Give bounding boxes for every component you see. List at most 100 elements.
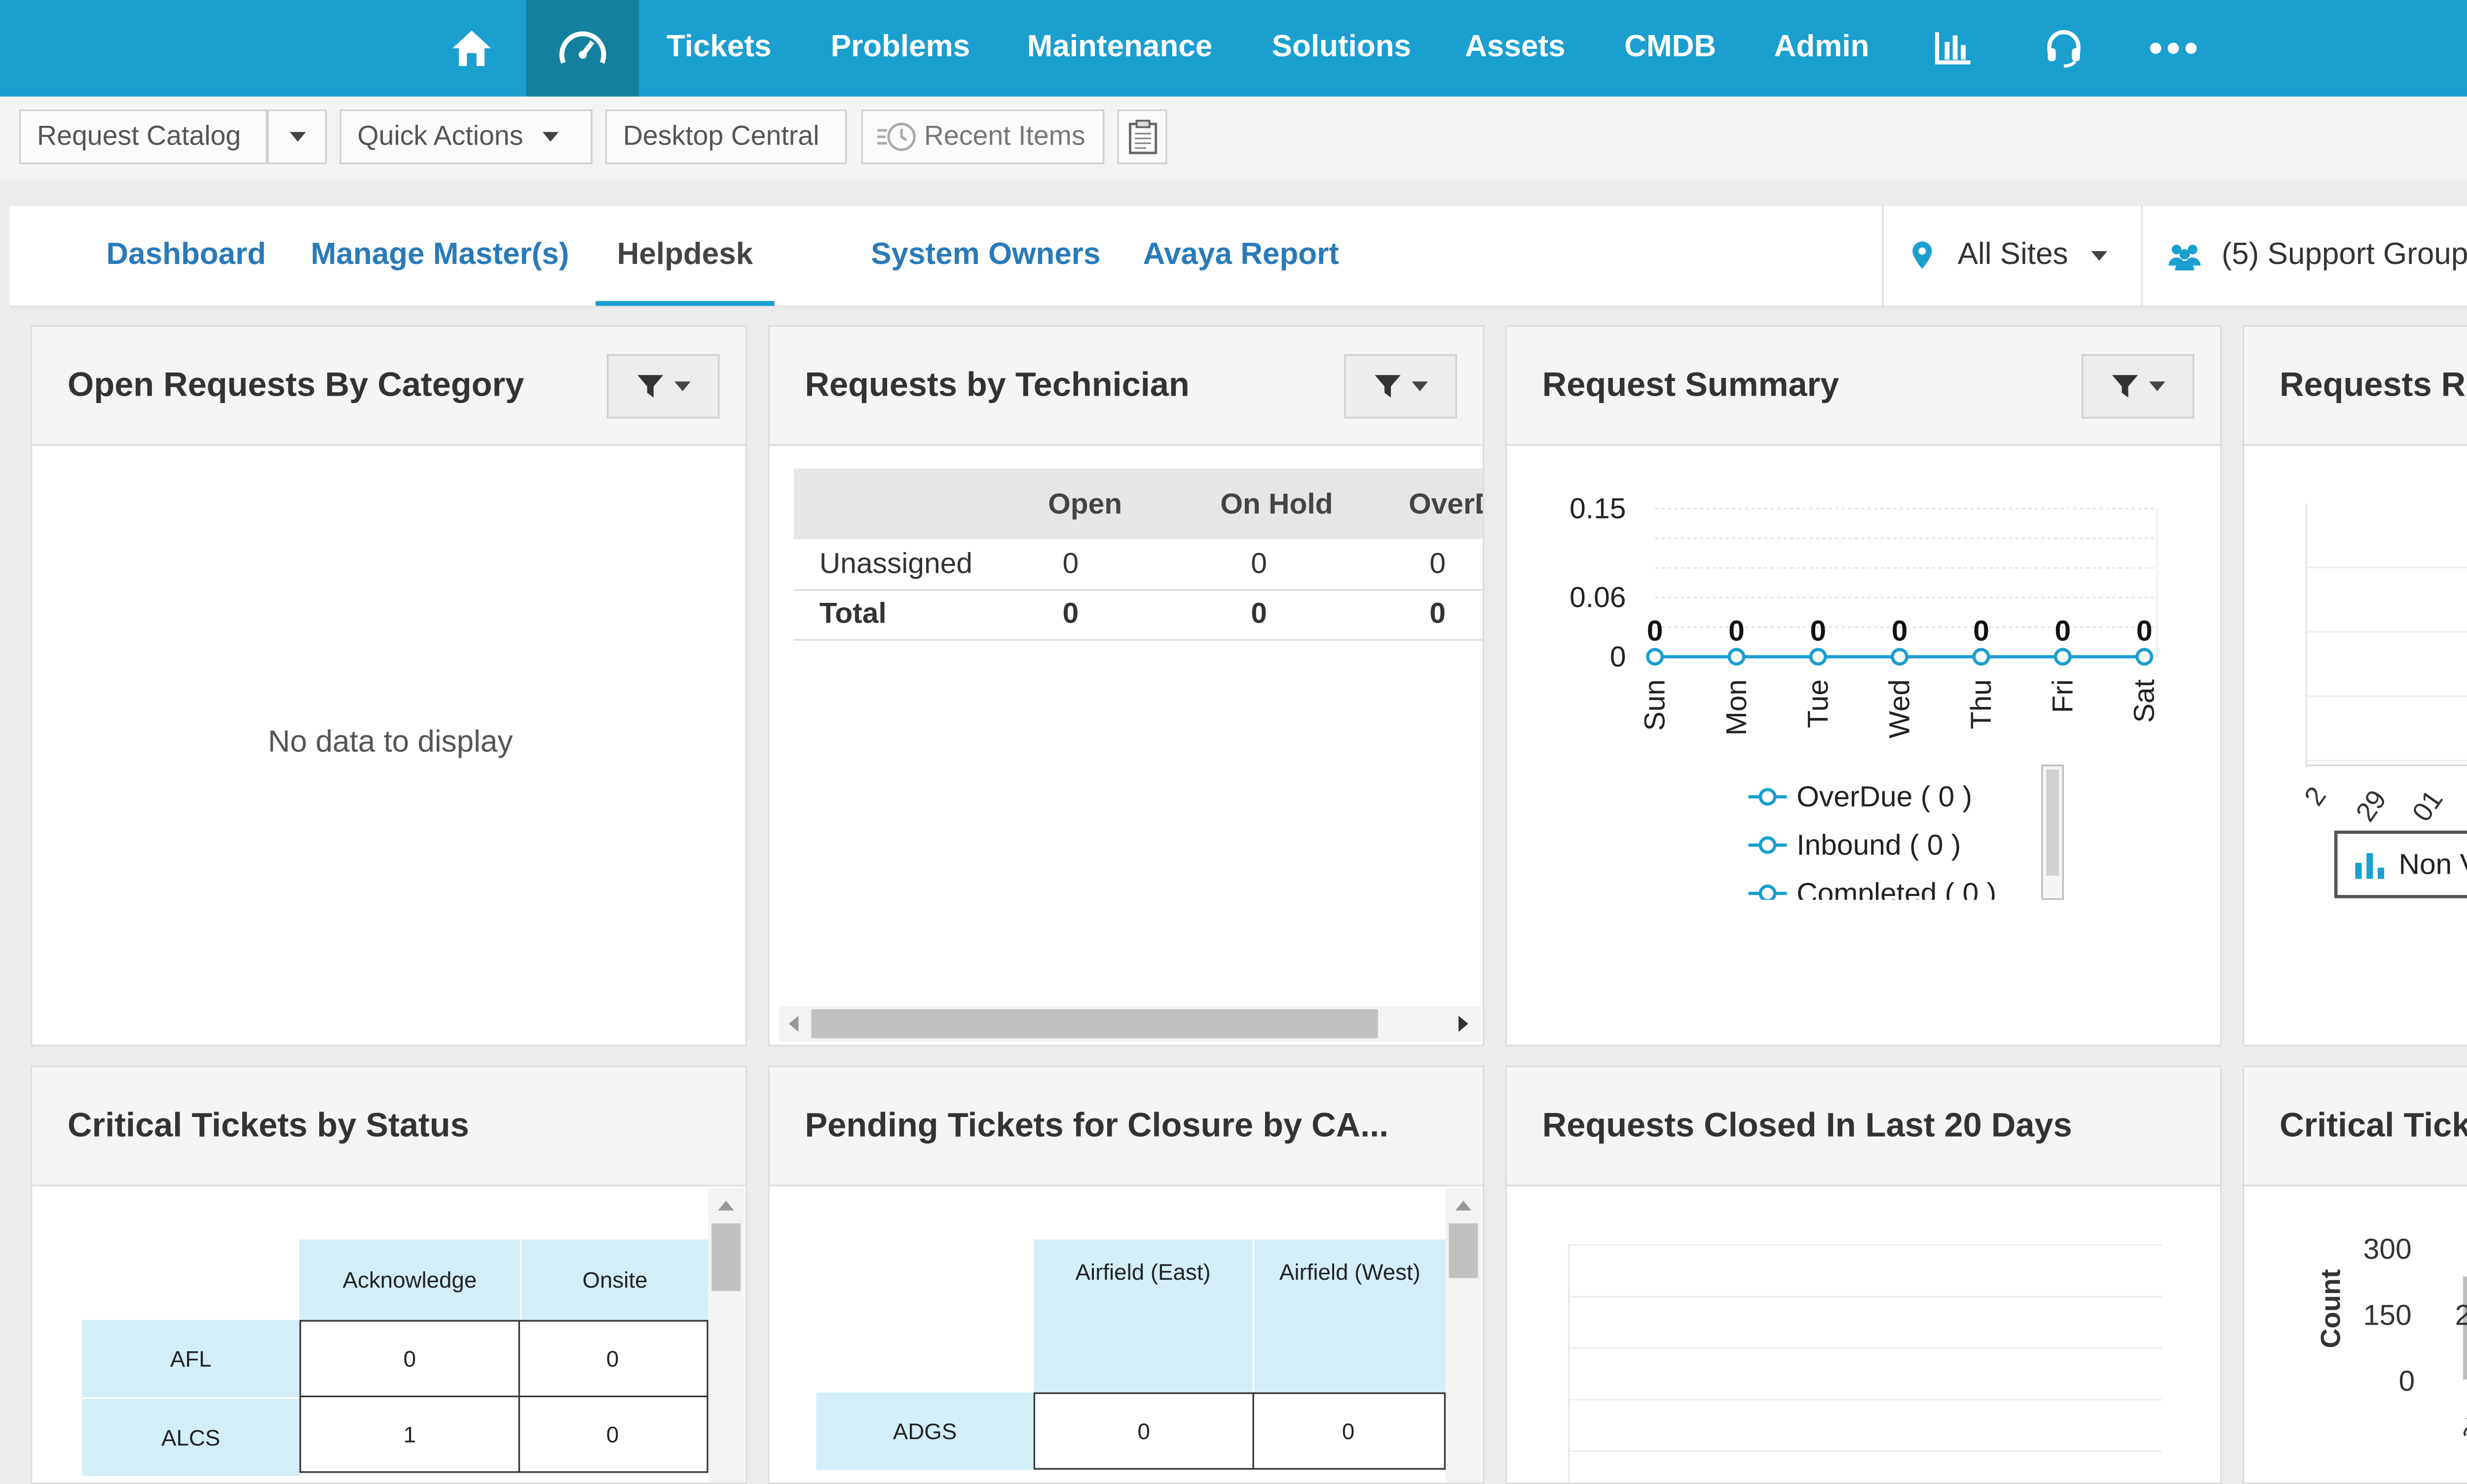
chart-plot-area — [2305, 504, 2467, 767]
column-header: OverD — [1408, 487, 1483, 520]
data-point[interactable] — [1646, 648, 1664, 666]
location-pin-icon — [1912, 241, 1932, 269]
nav-problems[interactable]: Problems — [831, 0, 971, 97]
widget-title: Request Summary — [1542, 367, 1839, 404]
nav-tickets[interactable]: Tickets — [667, 0, 772, 97]
legend-line-icon — [1748, 836, 1787, 854]
x-tick-label: Thu — [1965, 679, 1997, 729]
nav-cmdb[interactable]: CMDB — [1624, 0, 1716, 97]
x-tick-label: Sat — [2129, 679, 2161, 723]
cell-on-hold: 0 — [1251, 547, 1267, 580]
tab-manage-masters[interactable]: Manage Master(s) — [311, 206, 569, 306]
data-point[interactable] — [2135, 648, 2153, 666]
clipboard-icon[interactable] — [1117, 109, 1167, 164]
vertical-scrollbar[interactable] — [1445, 1187, 1481, 1483]
filter-button[interactable] — [1344, 354, 1457, 419]
tab-helpdesk[interactable]: Helpdesk — [596, 206, 775, 306]
nav-maintenance[interactable]: Maintenance — [1027, 0, 1213, 97]
row-header: ALCS — [82, 1399, 299, 1476]
tab-system-owners[interactable]: System Owners — [871, 206, 1100, 306]
recent-items-button[interactable]: Recent Items — [861, 109, 1105, 164]
legend-item-overdue[interactable]: OverDue ( 0 ) — [1748, 774, 1972, 819]
legend-line-icon — [1748, 788, 1787, 806]
scroll-right-icon[interactable] — [1458, 1015, 1468, 1032]
legend-scrollbar[interactable] — [2041, 764, 2064, 900]
filter-button[interactable] — [607, 354, 720, 419]
open-requests-by-category-widget: Open Requests By Category No data to dis… — [30, 325, 747, 1046]
legend-label: OverDue ( 0 ) — [1796, 779, 1973, 813]
nav-admin[interactable]: Admin — [1774, 0, 1869, 97]
scroll-up-icon[interactable] — [718, 1201, 734, 1211]
nav-assets[interactable]: Assets — [1465, 0, 1565, 97]
more-dots-icon[interactable] — [2141, 0, 2206, 97]
filter-funnel-icon — [1375, 375, 1401, 398]
data-point[interactable] — [1891, 648, 1909, 666]
legend-line-icon — [1748, 884, 1787, 900]
scrollbar-thumb[interactable] — [711, 1223, 741, 1291]
y-tick-label: 0 — [2398, 1365, 2415, 1398]
table-header-row: Open On Hold OverD — [793, 468, 1483, 540]
desktop-central-button[interactable]: Desktop Central — [605, 109, 847, 164]
requests-closed-20-days-widget: Requests Closed In Last 20 Days — [1505, 1065, 2222, 1484]
bar-chart-icon — [2355, 853, 2385, 879]
scrollbar-thumb[interactable] — [811, 1009, 1378, 1039]
pending-tickets-closure-widget: Pending Tickets for Closure by CA... Air… — [768, 1065, 1485, 1484]
request-catalog-label: Request Catalog — [37, 120, 241, 151]
home-icon[interactable] — [422, 0, 522, 97]
row-label: Unassigned — [819, 547, 972, 580]
requests-received-widget: Requests Recei 2 29 01 03 Non Viola — [2243, 325, 2467, 1046]
row-label: Total — [819, 597, 887, 630]
tab-dashboard[interactable]: Dashboard — [106, 206, 266, 306]
data-point[interactable] — [1727, 648, 1746, 666]
all-sites-dropdown[interactable]: All Sites — [1909, 206, 2107, 306]
tab-avaya-report[interactable]: Avaya Report — [1143, 206, 1339, 306]
legend-item-completed[interactable]: Completed ( 0 ) — [1748, 871, 1996, 900]
data-label: 0 — [1810, 615, 1826, 647]
reports-chart-icon[interactable] — [1924, 0, 1981, 97]
table-cell: 0 — [299, 1320, 520, 1398]
scrollbar-thumb[interactable] — [1449, 1223, 1478, 1278]
quick-actions-label: Quick Actions — [357, 120, 523, 151]
y-tick-label: 0 — [1610, 641, 1626, 673]
table-cell: 0 — [1033, 1392, 1254, 1470]
no-data-message: No data to display — [268, 726, 513, 760]
widget-title: Critical Tickets — [2280, 1107, 2467, 1145]
table-row-total: Total 0 0 0 — [793, 589, 1483, 641]
group-users-icon — [2168, 244, 2201, 271]
widget-header: Requests Recei — [2244, 327, 2467, 446]
nav-solutions[interactable]: Solutions — [1272, 0, 1411, 97]
quick-actions-button[interactable]: Quick Actions — [339, 109, 593, 164]
data-label: 0 — [1973, 615, 1989, 647]
headset-support-icon[interactable] — [2035, 0, 2093, 97]
legend-box[interactable]: Non Viola — [2334, 830, 2467, 898]
data-point[interactable] — [1972, 648, 1990, 666]
request-summary-line-chart: 0.150.0600 0 0 0 0 0 0Sun Mon Tue Wed Thu Fri Sat — [1570, 493, 2161, 739]
cell-open: 0 — [1062, 547, 1079, 580]
x-tick-label: Wed — [1884, 679, 1916, 739]
request-catalog-dropdown[interactable] — [267, 109, 327, 164]
dashboard-gauge-icon[interactable] — [526, 0, 639, 97]
widget-title: Critical Tickets by Status — [68, 1107, 469, 1145]
widget-header: Requests by Technician — [769, 327, 1483, 446]
support-groups-dropdown[interactable]: (5) Support Groups — [2167, 206, 2467, 306]
widget-header: Request Summary — [1506, 327, 2220, 446]
widget-header: Critical Tickets by Status — [32, 1067, 746, 1187]
filter-funnel-icon — [2112, 375, 2138, 398]
request-catalog-button[interactable]: Request Catalog — [19, 109, 267, 164]
column-header: Onsite — [520, 1239, 709, 1320]
recent-items-label: Recent Items — [924, 120, 1085, 151]
data-point[interactable] — [1809, 648, 1827, 666]
legend-scrollbar-thumb[interactable] — [2046, 769, 2059, 876]
filter-button[interactable] — [2081, 354, 2195, 419]
row-header: ADGS — [816, 1392, 1034, 1470]
horizontal-scrollbar[interactable] — [779, 1006, 1481, 1042]
legend-item-inbound[interactable]: Inbound ( 0 ) — [1748, 822, 1961, 867]
scroll-up-icon[interactable] — [1455, 1201, 1472, 1211]
chevron-down-icon — [289, 132, 305, 142]
chevron-down-icon — [2149, 381, 2166, 391]
vertical-scrollbar[interactable] — [708, 1187, 744, 1483]
data-label: 0 — [1892, 615, 1908, 647]
data-label: 0 — [2136, 615, 2153, 647]
scroll-left-icon[interactable] — [788, 1015, 799, 1032]
data-point[interactable] — [2054, 648, 2072, 666]
